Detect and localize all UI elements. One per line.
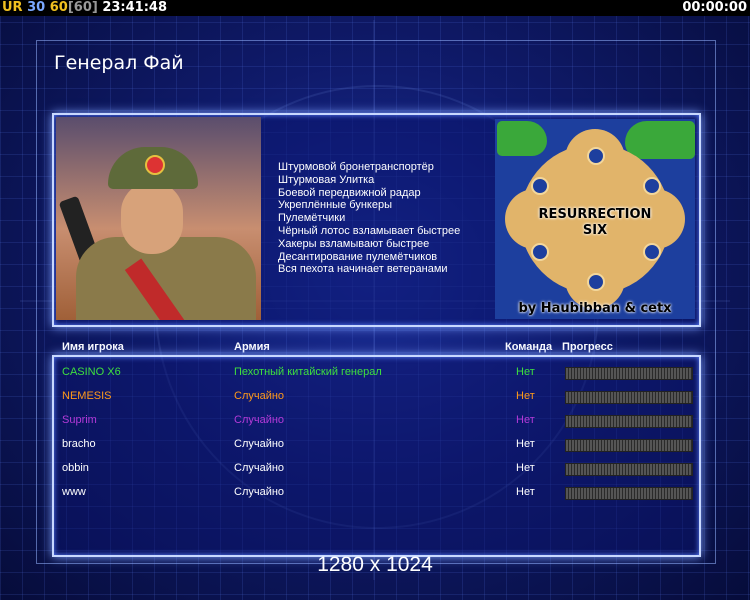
fps-value: 30 — [27, 0, 46, 15]
progress-bar — [565, 415, 693, 428]
player-team: Нет — [516, 366, 535, 378]
header-player-name: Имя игрока — [62, 341, 124, 353]
player-row: Suprim Случайно Нет — [0, 410, 750, 430]
player-team: Нет — [516, 438, 535, 450]
player-army: Случайно — [234, 462, 285, 474]
feature-item: Десантирование пулемётчиков — [278, 250, 438, 263]
player-army: Случайно — [234, 390, 285, 402]
general-features-list: Штурмовой бронетранспортёр Штурмовая Ули… — [278, 161, 460, 276]
header-team: Команда — [505, 341, 553, 353]
resolution-label: 1280 x 1024 — [317, 553, 433, 576]
player-team: Нет — [516, 462, 535, 474]
player-row: obbin Случайно Нет — [0, 458, 750, 478]
player-name: www — [62, 486, 86, 498]
map-credit: by Haubibban & cetx — [518, 301, 672, 316]
player-name: Suprim — [62, 414, 97, 426]
start-position-icon — [587, 147, 605, 165]
player-row: bracho Случайно Нет — [0, 434, 750, 454]
general-portrait — [56, 117, 261, 320]
player-team: Нет — [516, 414, 535, 426]
start-position-icon — [587, 273, 605, 291]
player-name: NEMESIS — [62, 390, 112, 402]
player-row: NEMESIS Случайно Нет — [0, 386, 750, 406]
progress-bar — [565, 487, 693, 500]
feature-item: Штурмовая Улитка — [278, 173, 375, 186]
general-name-title: Генерал Фай — [54, 52, 184, 74]
map-preview: RESURRECTION SIX by Haubibban & cetx — [495, 119, 695, 319]
map-title-line: SIX — [582, 223, 608, 238]
map-title: RESURRECTION SIX — [495, 207, 695, 239]
feature-item: Чёрный лотос взламывает быстрее — [278, 224, 461, 237]
clock: 23:41:48 — [102, 0, 168, 15]
player-row: CASINO X6 Пехотный китайский генерал Нет — [0, 362, 750, 382]
progress-bar — [565, 463, 693, 476]
feature-item: Вся пехота начинает ветеранами — [278, 263, 448, 276]
header-progress: Прогресс — [562, 341, 613, 353]
game-timer: 00:00:00 — [682, 0, 747, 15]
status-bar: UR 30 60[60] 23:41:48 00:00:00 — [0, 0, 750, 16]
fps-target: [60] — [67, 0, 98, 15]
start-position-icon — [531, 243, 549, 261]
feature-item: Боевой передвижной радар — [278, 186, 421, 199]
player-army: Случайно — [234, 414, 285, 426]
progress-bar — [565, 439, 693, 452]
player-name: bracho — [62, 438, 96, 450]
player-army: Случайно — [234, 486, 285, 498]
player-army: Случайно — [234, 438, 285, 450]
player-row: www Случайно Нет — [0, 482, 750, 502]
progress-bar — [565, 367, 693, 380]
start-position-icon — [643, 177, 661, 195]
feature-item: Хакеры взламывают быстрее — [278, 237, 430, 250]
cap-badge-icon — [145, 155, 165, 175]
ur-label: UR — [2, 0, 23, 15]
player-army: Пехотный китайский генерал — [234, 366, 382, 378]
start-position-icon — [643, 243, 661, 261]
feature-item: Укреплённые бункеры — [278, 199, 392, 212]
player-team: Нет — [516, 486, 535, 498]
player-name: CASINO X6 — [62, 366, 121, 378]
progress-bar — [565, 391, 693, 404]
header-army: Армия — [234, 341, 270, 353]
player-team: Нет — [516, 390, 535, 402]
feature-item: Пулемётчики — [278, 212, 346, 225]
start-position-icon — [531, 177, 549, 195]
player-name: obbin — [62, 462, 89, 474]
fps-limit: 60 — [49, 0, 68, 15]
map-title-line: RESURRECTION — [538, 207, 652, 222]
feature-item: Штурмовой бронетранспортёр — [278, 161, 434, 173]
